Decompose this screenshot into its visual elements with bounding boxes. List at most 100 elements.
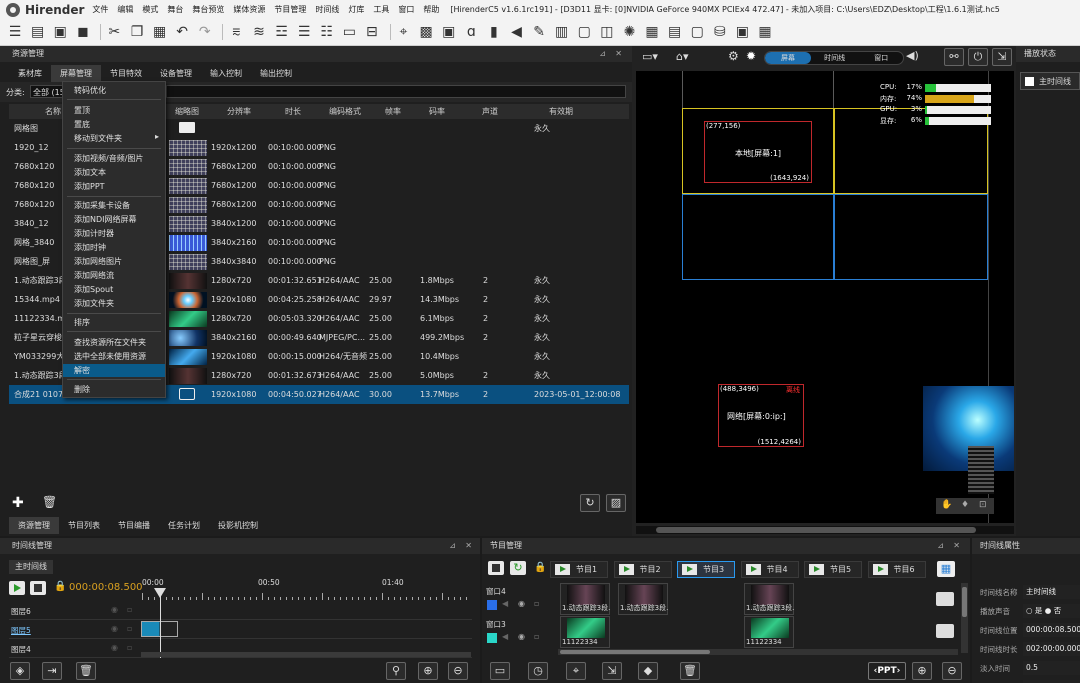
context-menu-item[interactable]: 选中全部未使用资源 [63, 350, 165, 363]
program-tab[interactable]: 节目6 [867, 561, 926, 578]
snap-icon[interactable]: ⚲ [386, 662, 406, 680]
image-view-icon[interactable]: ▨ [606, 494, 626, 512]
align-center-icon[interactable]: ≋ [250, 23, 268, 41]
preview-canvas[interactable]: (277,156) 本地[屏幕:1] (1643,924) (488,3496)… [636, 71, 1014, 523]
context-menu-item[interactable]: 添加计时器 [63, 227, 165, 240]
tag-icon[interactable]: ◆ [638, 662, 658, 680]
briefcase-icon[interactable]: ◼ [74, 23, 92, 41]
preview-mode-tab[interactable]: 屏幕 [765, 52, 811, 64]
timeline-play-button[interactable] [9, 581, 25, 595]
split-icon[interactable]: ◫ [598, 23, 616, 41]
resource-bottom-tab[interactable]: 节目列表 [59, 517, 109, 534]
lock-icon[interactable]: ▫ [127, 643, 132, 652]
preview-mode-tab[interactable]: 窗口 [858, 52, 903, 64]
timeline-scrollbar[interactable] [141, 652, 471, 657]
column-header[interactable]: 缩略图 [175, 104, 199, 119]
layout-select-icon[interactable]: ⌂▾ [676, 50, 689, 63]
prop-value[interactable]: 0.5 [1023, 661, 1080, 675]
play-icon[interactable] [555, 564, 570, 575]
context-menu-item[interactable]: 添加Spout [63, 283, 165, 296]
program-tab[interactable]: 节目3 [677, 561, 735, 578]
resource-tab[interactable]: 屏幕管理 [51, 65, 101, 82]
menu-item[interactable]: 窗口 [398, 4, 414, 15]
menu-item[interactable]: 工具 [373, 4, 389, 15]
menu-item[interactable]: 帮助 [423, 4, 439, 15]
visibility-icon[interactable]: ◉ [518, 599, 525, 608]
menu-item[interactable]: 模式 [142, 4, 158, 15]
volume-icon[interactable]: ◀ [502, 599, 508, 608]
program-clip[interactable]: 1.动态跟踪3段... [560, 583, 610, 615]
layout-icon[interactable]: ▦ [756, 23, 774, 41]
align-bottom-icon[interactable]: ☷ [318, 23, 336, 41]
settings-icon[interactable]: ⚙ [728, 49, 739, 63]
context-menu-item[interactable]: 查找资源所在文件夹 [63, 336, 165, 349]
resource-tab[interactable]: 节目特效 [101, 65, 151, 82]
program-clip[interactable]: 11122334 [560, 616, 610, 648]
program-tab[interactable]: 节目2 [613, 561, 672, 578]
context-menu-item[interactable]: 置顶 [63, 104, 165, 117]
redo-icon[interactable]: ↷ [196, 23, 214, 41]
align-top-icon[interactable]: ☲ [273, 23, 291, 41]
lock-icon[interactable]: ▫ [127, 624, 132, 633]
menu-item[interactable]: 舞台 [167, 4, 183, 15]
timeline-layer[interactable]: 图层5 ◉ ▫ [9, 621, 472, 639]
visibility-icon[interactable]: ◉ [111, 624, 118, 633]
visibility-icon[interactable]: ◉ [111, 643, 118, 652]
play-icon[interactable] [809, 564, 824, 575]
lock-icon[interactable]: ▫ [534, 632, 539, 641]
context-menu-item[interactable]: 置底 [63, 118, 165, 131]
window-color[interactable] [487, 600, 497, 610]
light-icon[interactable]: ✺ [620, 23, 638, 41]
transition-icon[interactable]: ɑ [462, 23, 480, 41]
context-menu-item[interactable]: 解密 [63, 364, 165, 377]
pin-icon[interactable]: ⊿ [599, 46, 606, 62]
brush-icon[interactable]: ♦ [961, 500, 969, 510]
distribute-icon[interactable]: ▭ [340, 23, 358, 41]
prop-value[interactable]: 002:00:00.000 [1023, 642, 1080, 656]
resource-bottom-tab[interactable]: 资源管理 [9, 517, 59, 534]
column-header[interactable]: 名称 [45, 104, 61, 119]
context-menu-item[interactable]: 移动到文件夹 [63, 132, 165, 145]
hand-icon[interactable]: ✋ [941, 500, 952, 510]
sound-icon[interactable]: ◀) [906, 49, 919, 62]
folder-open-icon[interactable]: ▤ [29, 23, 47, 41]
prop-value[interactable]: 000:00:08.500 [1023, 623, 1080, 637]
menu-item[interactable]: 时间线 [315, 4, 339, 15]
delete-icon[interactable]: 🗑 [42, 495, 57, 509]
lock-icon[interactable]: ▫ [534, 599, 539, 608]
resource-tab[interactable]: 设备管理 [151, 65, 201, 82]
resource-bottom-tab[interactable]: 投影机控制 [209, 517, 267, 534]
playhead-marker-icon[interactable] [154, 588, 166, 598]
pin-icon[interactable]: ⊿ [449, 538, 456, 554]
prop-value[interactable]: 主时间线 [1023, 585, 1080, 599]
resource-tab[interactable]: 输入控制 [201, 65, 251, 82]
checkbox[interactable] [1025, 77, 1034, 86]
distribute-v-icon[interactable]: ⊟ [363, 23, 381, 41]
window-icon[interactable]: ▢ [575, 23, 593, 41]
resource-bottom-tab[interactable]: 节目编播 [109, 517, 159, 534]
align-middle-icon[interactable]: ☰ [295, 23, 313, 41]
timeline-tab[interactable]: 主时间线 [9, 560, 53, 574]
lock-icon[interactable]: 🔒 [54, 581, 66, 592]
export-icon[interactable]: ⇲ [602, 662, 622, 680]
column-header[interactable]: 声道 [482, 104, 498, 119]
network-screen-box[interactable]: (488,3496) 离线 网络[屏幕:0:ip:] (1512,4264) [718, 384, 804, 447]
calendar-icon[interactable]: ▤ [666, 23, 684, 41]
power-icon[interactable]: ⏻ [968, 48, 988, 66]
program-grid-icon[interactable]: ▦ [937, 561, 955, 577]
pen-icon[interactable]: ✎ [530, 23, 548, 41]
timeline-layer[interactable]: 图层6 ◉ ▫ [9, 602, 472, 620]
program-clip[interactable]: 1.动态跟踪3段... [744, 583, 794, 615]
local-screen-box[interactable]: (277,156) 本地[屏幕:1] (1643,924) [704, 121, 812, 183]
column-header[interactable]: 编码格式 [329, 104, 361, 119]
add-icon[interactable]: ✚ [12, 495, 24, 511]
cut-icon[interactable]: ✂ [105, 23, 123, 41]
volume-icon[interactable]: ◀ [502, 632, 508, 641]
zoom-out-icon[interactable]: ⊖ [448, 662, 468, 680]
media-icon[interactable]: ▮ [485, 23, 503, 41]
play-icon[interactable] [745, 564, 761, 575]
program-h-scrollbar[interactable] [558, 649, 958, 655]
context-menu-item[interactable]: 添加网络图片 [63, 255, 165, 268]
clock-icon[interactable]: ◷ [528, 662, 548, 680]
lock-icon[interactable]: 🔒 [534, 562, 546, 573]
